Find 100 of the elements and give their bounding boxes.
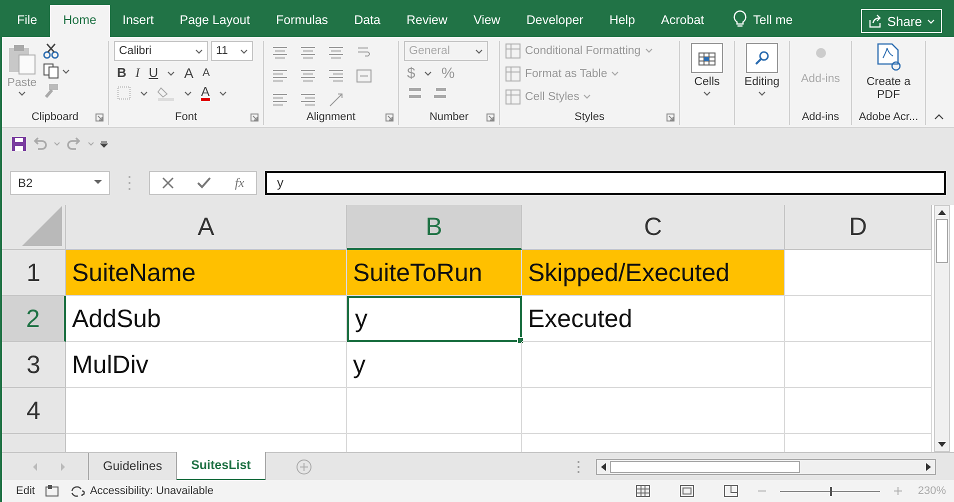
font-color-button[interactable]: A: [201, 85, 210, 101]
caret-icon[interactable]: [167, 70, 176, 76]
scroll-left-icon[interactable]: [601, 462, 606, 470]
merge-icon[interactable]: [356, 68, 372, 84]
redo-icon[interactable]: [66, 137, 82, 151]
ribbon-tab[interactable]: Acrobat: [648, 5, 718, 37]
caret-icon[interactable]: [62, 68, 70, 74]
orientation-icon[interactable]: [328, 92, 344, 108]
group-label: Clipboard: [31, 111, 79, 123]
dialog-launcher-icon[interactable]: [666, 113, 675, 122]
normal-view-icon[interactable]: [636, 485, 650, 497]
ribbon-tab[interactable]: Insert: [110, 5, 167, 37]
share-icon: [868, 14, 882, 28]
table-cell: SuiteToRun: [347, 250, 522, 296]
column-header[interactable]: D: [785, 205, 932, 250]
caret-icon[interactable]: [184, 90, 192, 96]
sheet-tab[interactable]: SuitesList: [176, 452, 266, 480]
ribbon-tab[interactable]: Page Layout: [166, 5, 263, 37]
scrollbar-thumb[interactable]: [610, 460, 800, 472]
group-label: Number: [429, 111, 469, 123]
insert-function-button[interactable]: fx: [234, 174, 244, 190]
increase-indent-icon[interactable]: [300, 92, 316, 108]
ribbon-tab[interactable]: View: [460, 5, 514, 37]
formula-input[interactable]: y: [265, 170, 946, 194]
ribbon-tab[interactable]: Review: [393, 5, 460, 37]
ribbon-tab[interactable]: File: [4, 5, 50, 37]
font-name-dropdown[interactable]: Calibri: [114, 41, 208, 61]
dialog-launcher-icon[interactable]: [385, 113, 394, 122]
ribbon-tab[interactable]: Data: [341, 5, 394, 37]
row-header[interactable]: 1: [2, 250, 66, 296]
dialog-launcher-icon[interactable]: [486, 113, 495, 122]
cancel-icon[interactable]: [162, 176, 174, 188]
ribbon-tab[interactable]: Home: [50, 5, 110, 37]
bottom-align-icon[interactable]: [328, 45, 344, 61]
scroll-up-icon[interactable]: [938, 210, 946, 215]
customize-icon[interactable]: [100, 140, 108, 148]
decrease-font-size-button[interactable]: A: [202, 65, 210, 81]
scissors-icon[interactable]: [43, 43, 59, 59]
caret-icon[interactable]: [195, 48, 203, 54]
caret-icon: [927, 18, 935, 24]
borders-icon[interactable]: [117, 86, 131, 100]
scrollbar-thumb[interactable]: [936, 219, 948, 263]
column-header[interactable]: A: [66, 205, 347, 250]
row-header[interactable]: 3: [2, 342, 66, 388]
ribbon-tab[interactable]: Help: [596, 5, 648, 37]
increase-decimal-icon[interactable]: [407, 86, 423, 100]
dialog-launcher-icon[interactable]: [95, 113, 104, 122]
ribbon-tab[interactable]: Developer: [513, 5, 596, 37]
ribbon-tab[interactable]: Formulas: [262, 5, 342, 37]
underline-button[interactable]: U: [148, 65, 158, 81]
decrease-decimal-icon[interactable]: [432, 86, 448, 100]
table-cell: MulDiv: [66, 342, 347, 388]
fill-handle[interactable]: [517, 337, 524, 344]
decrease-indent-icon[interactable]: [272, 92, 288, 108]
italic-button[interactable]: I: [135, 65, 140, 81]
accessibility-status[interactable]: Accessibility: Unavailable: [68, 484, 214, 498]
add-sheet-icon[interactable]: [296, 458, 312, 474]
row-header[interactable]: 2: [2, 296, 66, 342]
save-icon[interactable]: [12, 137, 26, 151]
tell-me-search[interactable]: Tell me: [753, 5, 793, 37]
name-box[interactable]: B2: [10, 170, 110, 194]
scroll-right-icon[interactable]: [926, 462, 931, 470]
column-header[interactable]: B: [347, 205, 522, 250]
fill-color-icon[interactable]: [157, 85, 175, 101]
caret-icon[interactable]: [218, 90, 227, 96]
lightbulb-icon[interactable]: [733, 10, 748, 28]
dialog-launcher-icon[interactable]: [250, 113, 259, 122]
caret-icon[interactable]: [140, 90, 148, 96]
caret-icon[interactable]: [424, 71, 432, 76]
font-size-dropdown[interactable]: 11: [211, 41, 253, 61]
bold-button[interactable]: B: [117, 65, 126, 81]
vertical-scrollbar[interactable]: [934, 205, 950, 452]
align-left-icon[interactable]: [272, 68, 288, 84]
middle-align-icon[interactable]: [300, 45, 316, 61]
page-layout-view-icon[interactable]: [680, 485, 694, 497]
create-pdf-button[interactable]: Create a PDF: [857, 41, 920, 102]
scroll-down-icon[interactable]: [938, 442, 946, 447]
macro-record-icon[interactable]: [44, 485, 59, 497]
zoom-in-icon[interactable]: [894, 487, 902, 495]
page-break-view-icon[interactable]: [724, 485, 738, 497]
top-align-icon[interactable]: [272, 45, 288, 61]
share-button[interactable]: Share: [861, 9, 942, 33]
increase-font-size-button[interactable]: A: [184, 65, 194, 81]
cells-button[interactable]: Cells: [685, 41, 729, 96]
editing-button[interactable]: Editing: [740, 41, 784, 96]
group-label: Adobe Acr...: [858, 111, 918, 123]
copy-icon[interactable]: [43, 63, 59, 79]
horizontal-scrollbar[interactable]: [596, 458, 936, 474]
center-icon[interactable]: [300, 68, 316, 84]
triangle-icon: [22, 206, 62, 246]
column-header[interactable]: C: [522, 205, 785, 250]
caret-icon: [611, 71, 620, 76]
enter-icon[interactable]: [197, 176, 212, 188]
collapse-ribbon-icon[interactable]: [934, 114, 944, 120]
caret-icon[interactable]: [475, 48, 483, 54]
table-cell: Executed: [522, 296, 785, 342]
caret-icon[interactable]: [240, 48, 248, 54]
align-right-icon[interactable]: [328, 68, 344, 84]
row-header[interactable]: 4: [2, 388, 66, 434]
undo-icon[interactable]: [32, 137, 48, 151]
